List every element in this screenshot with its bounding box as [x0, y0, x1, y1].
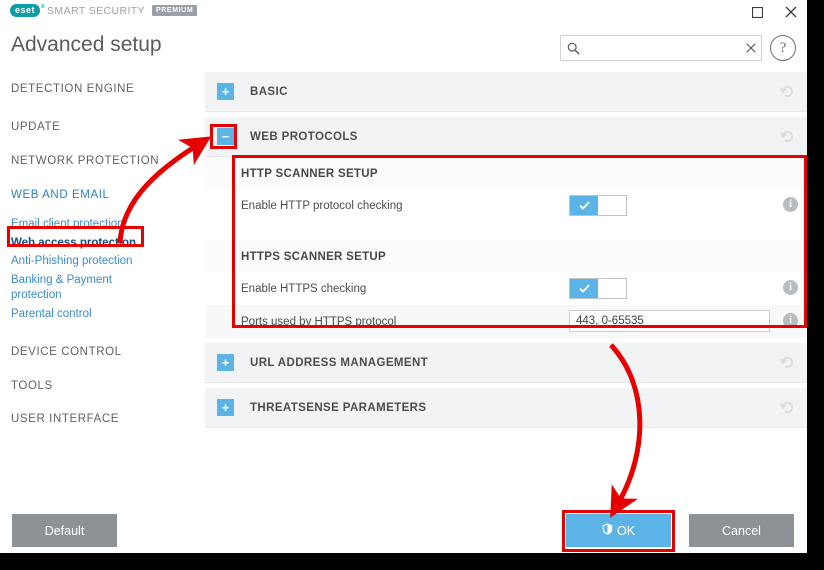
- sidebar-item-device-control[interactable]: DEVICE CONTROL: [0, 346, 122, 358]
- toggle-on-side: [570, 196, 599, 215]
- section-label: BASIC: [250, 85, 288, 98]
- clear-icon[interactable]: [741, 43, 761, 53]
- advanced-setup-window: eset SMART SECURITY PREMIUM Advanced set…: [0, 0, 807, 553]
- search-icon: [561, 42, 585, 55]
- section-header-threatsense-parameters[interactable]: + THREATSENSE PARAMETERS: [205, 388, 807, 428]
- sidebar-item-user-interface[interactable]: USER INTERFACE: [0, 413, 119, 425]
- sidebar-item-email-client-protection[interactable]: Email client protection: [0, 218, 124, 230]
- shield-icon: [602, 523, 613, 538]
- group-title-https-scanner-setup: HTTPS SCANNER SETUP: [205, 240, 807, 272]
- expand-icon[interactable]: +: [217, 83, 234, 100]
- info-icon[interactable]: i: [783, 313, 798, 328]
- close-icon[interactable]: [774, 0, 807, 24]
- toggle-on-side: [570, 279, 599, 298]
- ports-input[interactable]: [569, 310, 770, 332]
- revert-icon[interactable]: [779, 84, 795, 104]
- group-title-http-scanner-setup: HTTP SCANNER SETUP: [205, 157, 807, 189]
- expand-icon[interactable]: +: [217, 399, 234, 416]
- revert-icon[interactable]: [779, 355, 795, 375]
- section-header-url-address-management[interactable]: + URL ADDRESS MANAGEMENT: [205, 343, 807, 383]
- eset-logo-mark: eset: [10, 3, 45, 17]
- maximize-icon[interactable]: [741, 0, 774, 24]
- setting-label: Ports used by HTTPS protocol: [241, 315, 397, 328]
- expand-icon[interactable]: +: [217, 354, 234, 371]
- panel-spacer: [205, 222, 807, 240]
- default-button[interactable]: Default: [12, 514, 117, 547]
- product-name: SMART SECURITY: [47, 4, 145, 17]
- page-title: Advanced setup: [11, 33, 162, 56]
- sidebar-item-web-and-email[interactable]: WEB AND EMAIL: [0, 189, 110, 201]
- sidebar-item-tools[interactable]: TOOLS: [0, 380, 53, 392]
- sidebar-item-detection-engine[interactable]: DETECTION ENGINE: [0, 83, 134, 95]
- search-input[interactable]: [585, 42, 741, 54]
- revert-icon[interactable]: [779, 400, 795, 420]
- section-label: WEB PROTOCOLS: [250, 130, 358, 143]
- toggle-switch[interactable]: [569, 195, 627, 216]
- web-protocols-detail-panel: HTTP SCANNER SETUP Enable HTTP protocol c…: [205, 157, 807, 338]
- section-label: URL ADDRESS MANAGEMENT: [250, 356, 429, 369]
- page-header: Advanced setup ?: [0, 24, 807, 72]
- setting-row: Enable HTTP protocol checking i: [205, 189, 807, 222]
- section-header-basic[interactable]: + BASIC: [205, 72, 807, 112]
- sidebar-item-banking-payment-protection[interactable]: Banking & Payment protection: [0, 273, 120, 303]
- toggle-off-side: [598, 196, 626, 215]
- setting-label: Enable HTTP protocol checking: [241, 199, 403, 212]
- revert-icon[interactable]: [779, 129, 795, 149]
- sidebar-item-update[interactable]: UPDATE: [0, 121, 60, 133]
- sidebar-item-parental-control[interactable]: Parental control: [0, 308, 92, 320]
- collapse-icon[interactable]: −: [217, 128, 234, 145]
- sidebar-item-network-protection[interactable]: NETWORK PROTECTION: [0, 155, 159, 167]
- toggle-off-side: [598, 279, 626, 298]
- sidebar-item-anti-phishing-protection[interactable]: Anti-Phishing protection: [0, 255, 132, 267]
- toggle-switch[interactable]: [569, 278, 627, 299]
- sidebar-item-web-access-protection[interactable]: Web access protection: [0, 237, 136, 249]
- info-icon[interactable]: i: [783, 280, 798, 295]
- section-label: THREATSENSE PARAMETERS: [250, 401, 427, 414]
- sidebar-nav: DETECTION ENGINE UPDATE NETWORK PROTECTION…: [0, 72, 205, 503]
- title-bar: eset SMART SECURITY PREMIUM: [0, 0, 807, 24]
- setting-row: Ports used by HTTPS protocol i: [205, 305, 807, 338]
- section-header-web-protocols[interactable]: − WEB PROTOCOLS: [205, 117, 807, 157]
- cancel-button[interactable]: Cancel: [689, 514, 794, 547]
- search-box[interactable]: [560, 35, 762, 61]
- info-icon[interactable]: i: [783, 197, 798, 212]
- ok-button-label: OK: [616, 523, 636, 538]
- premium-badge: PREMIUM: [152, 5, 198, 16]
- dialog-footer: Default OK Cancel: [0, 503, 807, 553]
- settings-content: + BASIC − WEB PROTOCOLS HTTP SCANNER SETUP En…: [205, 72, 807, 503]
- help-button[interactable]: ?: [770, 35, 796, 61]
- brand-logo: eset SMART SECURITY PREMIUM: [10, 3, 198, 17]
- screenshot-root: eset SMART SECURITY PREMIUM Advanced set…: [0, 0, 824, 570]
- window-controls: [741, 0, 807, 24]
- ok-button[interactable]: OK: [566, 514, 671, 547]
- setting-label: Enable HTTPS checking: [241, 282, 367, 295]
- setting-row: Enable HTTPS checking i: [205, 272, 807, 305]
